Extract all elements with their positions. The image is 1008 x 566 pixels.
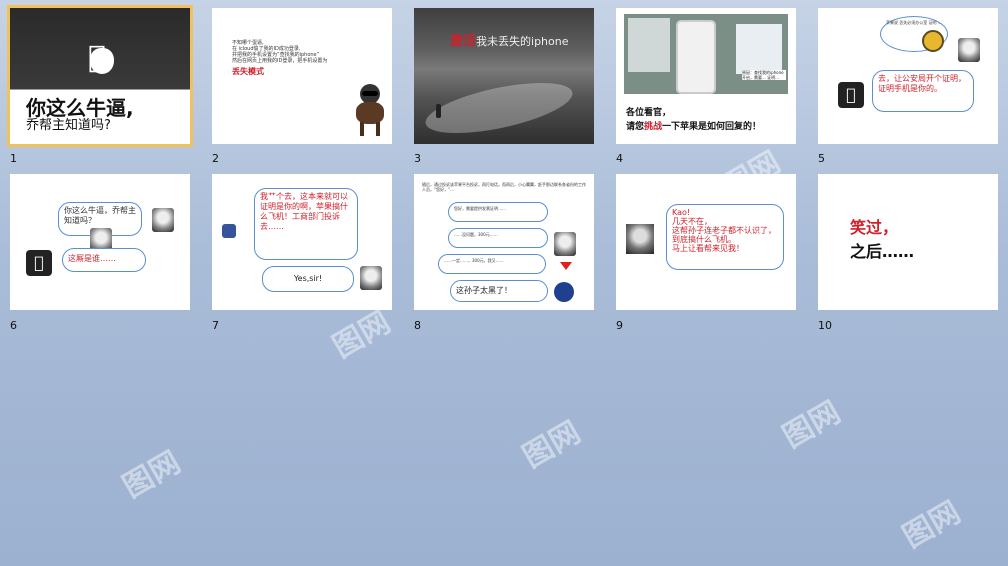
speech-bubble: Yes,sir! [262,266,354,292]
slide-thumbnail-1[interactable]:  你这么牛逼, 乔帮主知道吗? [7,5,193,147]
bubble-text: 这孙子太黑了！ [456,286,512,295]
avatar [152,208,174,232]
watermark: 图网 [517,414,587,476]
slide-thumbnail-10[interactable]: 笑过， 之后…… [818,174,998,310]
down-arrow-icon [560,262,572,270]
receipt-image [736,24,782,74]
slide-text-block: 不知哪个蛋逼, 在 icloud偷了我的ID成功登录, 并把我的手机设置为“查找… [232,40,382,77]
speech-bubble: ……没问题，300元…… [448,228,548,248]
jobs-photo [626,224,654,254]
slide-thumbnail-8[interactable]: 随后，通过投诉该苹果平台投诉，再打电话，而再后，小心翼翼，赶手那边联系各省份的工… [414,174,594,310]
slide-number: 2 [212,152,219,165]
bubble-line: 几天不在， [672,217,712,226]
slide-thumbnail-2[interactable]: 不知哪个蛋逼, 在 icloud偷了我的ID成功登录, 并把我的手机设置为“查找… [212,8,392,144]
apple-logo-icon:  [838,82,864,108]
text-line: 然后在网页上用我的ID登录，把手机设置为 [232,58,328,64]
photo-collage: 原因：查找我的iphone 开启，需要... 证明... [624,14,788,94]
slide-number: 4 [616,152,623,165]
slide-number: 1 [10,152,17,165]
slide-thumbnail-5[interactable]: 苹果说 丢失必须办公室 证明 ...  去，让公安局开个证明，证明手机是你的。 [818,8,998,144]
caption-line2: 请您挑战一下苹果是如何回复的！ [626,120,761,134]
bubble-text: 您好，需要提供发票证明…… [454,206,506,211]
police-badge-icon [922,30,944,52]
slide-thumbnail-6[interactable]: 你这么牛逼，乔帮主知道吗？  这厮是谁…… [10,174,190,310]
speech-bubble: 您好，需要提供发票证明…… [448,202,548,222]
slide-thumbnail-9[interactable]: Kao! 几天不在， 这帮孙子连老子都不认识了， 到底搞什么飞机。 马上让看帮来… [616,174,796,310]
screen-image [628,18,670,72]
speech-bubble: 去，让公安局开个证明，证明手机是你的。 [872,70,974,112]
phone-image [676,20,716,94]
slide-subtitle: 之后…… [850,242,915,261]
slide-thumbnail-4[interactable]: 原因：查找我的iphone 开启，需要... 证明... 各位看官， 请您挑战一… [616,8,796,144]
title-rest: 我未丢失的iphone [476,35,569,48]
slide-title: 激活我未丢失的iphone [450,30,569,49]
speech-bubble: 这孙子太黑了！ [450,280,548,302]
slide-number: 5 [818,152,825,165]
bubble-line: 这帮孙子连老子都不认识了， [672,226,776,235]
angry-face-icon [554,282,574,302]
avatar [360,266,382,290]
bubble-line: Kao! [672,208,691,217]
speech-bubble: 我艹个去，这本来就可以证明是你的啊，苹果搞什么飞机！工商部门投诉去…… [254,188,358,260]
speech-bubble: Kao! 几天不在， 这帮孙子连老子都不认识了， 到底搞什么飞机。 马上让看帮来… [666,204,784,270]
slide-number: 9 [616,319,623,332]
speech-bubble: ……一定……，300元，我又…… [438,254,546,274]
bubble-text: Yes,sir! [293,274,323,283]
slide-thumbnail-3[interactable]: 激活我未丢失的iphone [414,8,594,144]
slide-thumbnail-7[interactable]: 我艹个去，这本来就可以证明是你的啊，苹果搞什么飞机！工商部门投诉去…… Yes,… [212,174,392,310]
caption-text: 一下苹果是如何回复的！ [662,122,762,132]
avatar [554,232,576,256]
bubble-line: 马上让看帮来见我！ [672,244,744,253]
bubble-text: 苹果说 丢失必须办公室 证明 ... [886,20,942,25]
bubble-text: ……一定……，300元，我又…… [444,258,504,263]
caption-line1: 各位看官， [626,108,672,118]
road-shape [421,72,577,144]
slide-subtitle: 乔帮主知道吗? [26,118,111,133]
reply-note: 原因：查找我的iphone 开启，需要... 证明... [742,70,786,80]
caption-text: 请您 [626,122,645,132]
highlight-text: 丢失模式 [232,67,264,76]
bubble-text: 这厮是谁…… [68,254,116,263]
slide-number: 8 [414,319,421,332]
watermark: 图网 [897,494,967,556]
avatar [958,38,980,62]
title-highlight: 激活 [450,34,477,49]
watermark: 图网 [117,444,187,506]
police-figure-icon [222,224,236,238]
slide-number: 6 [10,319,17,332]
intro-text: 随后，通过投诉该苹果平台投诉，再打电话，而再后，小心翼翼，赶手那边联系各省份的工… [422,182,586,192]
caption-highlight: 挑战 [644,122,663,132]
slide-number: 7 [212,319,219,332]
slide-title: 笑过， [850,218,899,237]
dog-image [352,84,388,140]
bubble-text: ……没问题，300元…… [454,232,498,237]
watermark: 图网 [777,394,847,456]
apple-logo-icon:  [26,250,52,276]
speech-bubble: 这厮是谁…… [62,248,146,272]
caption: 各位看官， 请您挑战一下苹果是如何回复的！ [626,106,761,134]
bubble-line: 到底搞什么飞机。 [672,235,736,244]
apple-logo-shape [90,48,114,74]
slide-number: 3 [414,152,421,165]
bubble-text: 你这么牛逼，乔帮主知道吗？ [64,206,136,225]
person-figure [436,104,441,118]
bubble-text: 去，让公安局开个证明，证明手机是你的。 [878,74,966,93]
slide-number: 10 [818,319,832,332]
bubble-text: 我艹个去，这本来就可以证明是你的啊，苹果搞什么飞机！工商部门投诉去…… [260,192,348,231]
